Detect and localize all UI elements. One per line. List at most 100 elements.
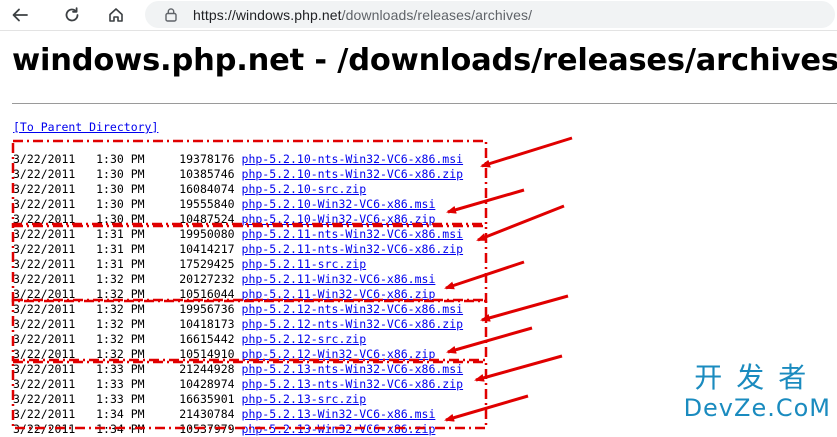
file-link[interactable]: php-5.2.10-src.zip — [242, 182, 367, 196]
row-date: 3/22/2011 — [13, 362, 76, 376]
row-date: 3/22/2011 — [13, 257, 76, 271]
row-date: 3/22/2011 — [13, 287, 76, 301]
row-date: 3/22/2011 — [13, 242, 76, 256]
row-date: 3/22/2011 — [13, 347, 76, 361]
row-time: 1:31 PM — [96, 242, 145, 256]
row-date: 3/22/2011 — [13, 392, 76, 406]
page-title: windows.php.net - /downloads/releases/ar… — [12, 43, 837, 78]
row-size: 16615442 — [179, 332, 235, 346]
row-size: 19555840 — [179, 197, 235, 211]
listing-row: 3/22/2011 1:32 PM 10516044 php-5.2.11-Wi… — [13, 287, 463, 302]
listing-row: 3/22/2011 1:32 PM 10514910 php-5.2.12-Wi… — [13, 347, 463, 362]
listing-row: 3/22/2011 1:30 PM 19378176 php-5.2.10-nt… — [13, 152, 463, 167]
url-text[interactable]: https://windows.php.net/downloads/releas… — [193, 7, 532, 23]
address-bar[interactable]: https://windows.php.net/downloads/releas… — [145, 1, 835, 28]
row-size: 20127232 — [179, 272, 235, 286]
file-link[interactable]: php-5.2.11-nts-Win32-VC6-x86.zip — [242, 242, 464, 256]
row-size: 16635901 — [179, 392, 235, 406]
row-time: 1:31 PM — [96, 257, 145, 271]
row-size: 16084074 — [179, 182, 235, 196]
row-date: 3/22/2011 — [13, 167, 76, 181]
listing-row: 3/22/2011 1:31 PM 10414217 php-5.2.11-nt… — [13, 242, 463, 257]
file-link[interactable]: php-5.2.12-Win32-VC6-x86.zip — [242, 347, 436, 361]
file-link[interactable]: php-5.2.13-nts-Win32-VC6-x86.msi — [242, 362, 464, 376]
file-link[interactable]: php-5.2.13-Win32-VC6-x86.msi — [242, 407, 436, 421]
row-time: 1:30 PM — [96, 152, 145, 166]
listing-row: 3/22/2011 1:32 PM 19956736 php-5.2.12-nt… — [13, 302, 463, 317]
row-size: 10418173 — [179, 317, 235, 331]
row-time: 1:32 PM — [96, 317, 145, 331]
row-date: 3/22/2011 — [13, 227, 76, 241]
row-size: 10516044 — [179, 287, 235, 301]
row-date: 3/22/2011 — [13, 197, 76, 211]
row-size: 17529425 — [179, 257, 235, 271]
row-date: 3/22/2011 — [13, 332, 76, 346]
row-time: 1:33 PM — [96, 392, 145, 406]
file-link[interactable]: php-5.2.12-nts-Win32-VC6-x86.zip — [242, 317, 464, 331]
listing-row: 3/22/2011 1:31 PM 17529425 php-5.2.11-sr… — [13, 257, 463, 272]
watermark: 开发者 DevZe.CoM — [683, 362, 831, 423]
row-time: 1:32 PM — [96, 287, 145, 301]
row-time: 1:32 PM — [96, 347, 145, 361]
row-size: 10514910 — [179, 347, 235, 361]
listing-row: 3/22/2011 1:33 PM 16635901 php-5.2.13-sr… — [13, 392, 463, 407]
row-time: 1:33 PM — [96, 362, 145, 376]
row-size: 21430784 — [179, 407, 235, 421]
parent-directory-link[interactable]: [To Parent Directory] — [13, 120, 158, 134]
file-listing: 3/22/2011 1:30 PM 19378176 php-5.2.10-nt… — [13, 152, 463, 437]
lock-icon[interactable] — [164, 7, 178, 27]
row-date: 3/22/2011 — [13, 272, 76, 286]
listing-row: 3/22/2011 1:30 PM 16084074 php-5.2.10-sr… — [13, 182, 463, 197]
listing-row: 3/22/2011 1:33 PM 10428974 php-5.2.13-nt… — [13, 377, 463, 392]
listing-row: 3/22/2011 1:31 PM 19950080 php-5.2.11-nt… — [13, 227, 463, 242]
row-size: 21244928 — [179, 362, 235, 376]
file-link[interactable]: php-5.2.13-src.zip — [242, 392, 367, 406]
watermark-en: DevZe.CoM — [683, 394, 831, 422]
row-size: 10428974 — [179, 377, 235, 391]
file-link[interactable]: php-5.2.10-Win32-VC6-x86.zip — [242, 212, 436, 226]
row-date: 3/22/2011 — [13, 182, 76, 196]
reload-icon[interactable] — [60, 3, 84, 27]
back-arrow-icon[interactable] — [8, 3, 32, 27]
home-icon[interactable] — [104, 3, 128, 27]
row-time: 1:32 PM — [96, 332, 145, 346]
listing-row: 3/22/2011 1:30 PM 19555840 php-5.2.10-Wi… — [13, 197, 463, 212]
url-path: /downloads/releases/archives/ — [341, 7, 533, 23]
url-host: https://windows.php.net — [193, 7, 342, 23]
browser-toolbar: https://windows.php.net/downloads/releas… — [0, 0, 837, 31]
row-size: 10414217 — [179, 242, 235, 256]
row-time: 1:32 PM — [96, 272, 145, 286]
file-link[interactable]: php-5.2.13-nts-Win32-VC6-x86.zip — [242, 377, 464, 391]
file-link[interactable]: php-5.2.12-src.zip — [242, 332, 367, 346]
listing-row: 3/22/2011 1:32 PM 10418173 php-5.2.12-nt… — [13, 317, 463, 332]
row-date: 3/22/2011 — [13, 302, 76, 316]
row-time: 1:32 PM — [96, 302, 145, 316]
file-link[interactable]: php-5.2.10-nts-Win32-VC6-x86.zip — [242, 167, 464, 181]
row-size: 19950080 — [179, 227, 235, 241]
file-link[interactable]: php-5.2.10-Win32-VC6-x86.msi — [242, 197, 436, 211]
file-link[interactable]: php-5.2.10-nts-Win32-VC6-x86.msi — [242, 152, 464, 166]
row-time: 1:30 PM — [96, 212, 145, 226]
row-size: 10385746 — [179, 167, 235, 181]
file-link[interactable]: php-5.2.12-nts-Win32-VC6-x86.msi — [242, 302, 464, 316]
row-time: 1:30 PM — [96, 167, 145, 181]
row-time: 1:30 PM — [96, 182, 145, 196]
row-time: 1:34 PM — [96, 422, 145, 436]
row-time: 1:31 PM — [96, 227, 145, 241]
parent-directory-anchor[interactable]: [To Parent Directory] — [13, 120, 158, 134]
file-link[interactable]: php-5.2.13-Win32-VC6-x86.zip — [242, 422, 436, 436]
file-link[interactable]: php-5.2.11-Win32-VC6-x86.msi — [242, 272, 436, 286]
row-size: 10537979 — [179, 422, 235, 436]
row-date: 3/22/2011 — [13, 152, 76, 166]
file-link[interactable]: php-5.2.11-Win32-VC6-x86.zip — [242, 287, 436, 301]
row-date: 3/22/2011 — [13, 407, 76, 421]
row-size: 19956736 — [179, 302, 235, 316]
row-date: 3/22/2011 — [13, 317, 76, 331]
listing-row: 3/22/2011 1:32 PM 20127232 php-5.2.11-Wi… — [13, 272, 463, 287]
row-size: 10487524 — [179, 212, 235, 226]
file-link[interactable]: php-5.2.11-src.zip — [242, 257, 367, 271]
row-time: 1:34 PM — [96, 407, 145, 421]
row-time: 1:30 PM — [96, 197, 145, 211]
listing-row: 3/22/2011 1:30 PM 10385746 php-5.2.10-nt… — [13, 167, 463, 182]
file-link[interactable]: php-5.2.11-nts-Win32-VC6-x86.msi — [242, 227, 464, 241]
